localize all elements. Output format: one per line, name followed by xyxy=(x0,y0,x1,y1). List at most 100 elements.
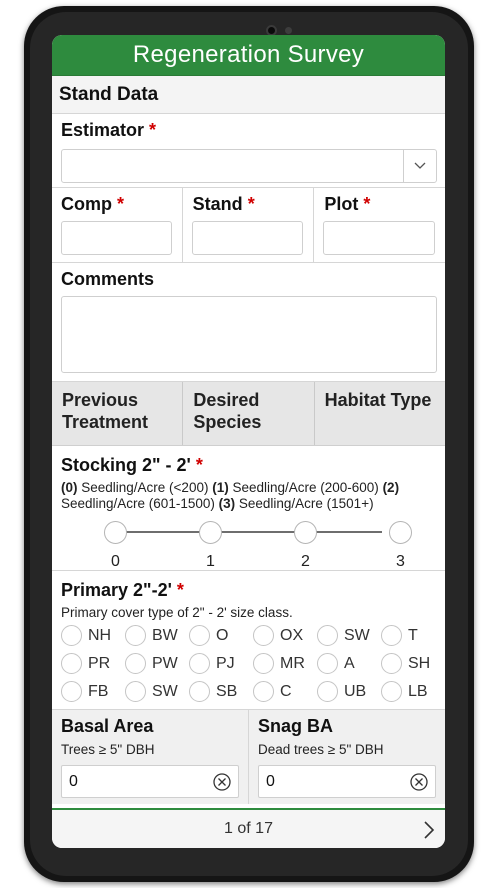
clear-icon[interactable] xyxy=(410,773,428,791)
slider-label-1: 1 xyxy=(206,553,215,570)
estimator-dropdown-button[interactable] xyxy=(403,150,436,182)
radio-option[interactable]: SB xyxy=(189,681,253,702)
radio-button[interactable] xyxy=(381,653,402,674)
primary-hint: Primary cover type of 2" - 2' size class… xyxy=(61,605,293,620)
snag-ba-field: Snag BA Dead trees ≥ 5" DBH 0 xyxy=(249,710,445,804)
slider-stop-2[interactable] xyxy=(294,521,317,544)
hint-code: (3) xyxy=(218,496,236,511)
radio-option[interactable]: SW xyxy=(125,681,189,702)
radio-button[interactable] xyxy=(189,653,210,674)
radio-button[interactable] xyxy=(317,625,338,646)
radio-button[interactable] xyxy=(189,625,210,646)
slider-track xyxy=(115,531,382,533)
page-indicator: 1 of 17 xyxy=(224,820,273,837)
estimator-field: Estimator * xyxy=(52,114,445,188)
radio-option[interactable]: BW xyxy=(125,625,189,646)
radio-label: PJ xyxy=(216,654,235,672)
radio-button[interactable] xyxy=(317,681,338,702)
stocking-slider[interactable]: 0 1 2 3 xyxy=(61,515,436,575)
radio-button[interactable] xyxy=(253,681,274,702)
basal-row: Basal Area Trees ≥ 5" DBH 0 Snag BA Dead… xyxy=(52,709,445,804)
comments-textarea[interactable] xyxy=(61,296,437,373)
slider-label-2: 2 xyxy=(301,553,310,570)
radio-button[interactable] xyxy=(317,653,338,674)
slider-stop-3[interactable] xyxy=(389,521,412,544)
clear-icon[interactable] xyxy=(213,773,231,791)
required-marker: * xyxy=(195,455,203,475)
radio-label: T xyxy=(408,626,418,644)
basal-area-value: 0 xyxy=(69,772,78,790)
radio-option[interactable]: FB xyxy=(61,681,125,702)
radio-label: FB xyxy=(88,682,109,700)
radio-option[interactable]: MR xyxy=(253,653,317,674)
basal-area-input[interactable]: 0 xyxy=(61,765,239,798)
radio-label: PW xyxy=(152,654,178,672)
pager-bar: 1 of 17 xyxy=(52,808,445,848)
hint-code: (0) xyxy=(61,480,78,495)
primary-radio-group: NH BW O OX SW T PR PW PJ MR A SH FB SW S… xyxy=(52,620,445,702)
radio-option[interactable]: PJ xyxy=(189,653,253,674)
comments-label: Comments xyxy=(61,269,155,289)
snag-ba-input[interactable]: 0 xyxy=(258,765,436,798)
radio-option[interactable]: PW xyxy=(125,653,189,674)
radio-label: MR xyxy=(280,654,305,672)
radio-option[interactable]: UB xyxy=(317,681,381,702)
radio-button[interactable] xyxy=(125,681,146,702)
plot-input[interactable] xyxy=(323,221,436,255)
radio-button[interactable] xyxy=(381,625,402,646)
radio-option[interactable]: C xyxy=(253,681,317,702)
radio-option[interactable]: OX xyxy=(253,625,317,646)
radio-option[interactable]: A xyxy=(317,653,381,674)
radio-button[interactable] xyxy=(253,625,274,646)
estimator-label-text: Estimator xyxy=(61,120,145,140)
group-tabs: Previous Treatment Desired Species Habit… xyxy=(52,382,445,446)
radio-option[interactable]: LB xyxy=(381,681,445,702)
snag-ba-value: 0 xyxy=(266,772,275,790)
required-marker: * xyxy=(363,194,371,214)
tab-desired-species[interactable]: Desired Species xyxy=(183,382,315,445)
comp-label: Comp * xyxy=(61,194,172,215)
radio-option[interactable]: SH xyxy=(381,653,445,674)
primary-label: Primary 2"-2' * xyxy=(52,580,445,601)
estimator-value xyxy=(62,150,403,182)
stocking-label: Stocking 2" - 2' * xyxy=(61,455,436,476)
required-marker: * xyxy=(247,194,255,214)
radio-option[interactable]: SW xyxy=(317,625,381,646)
radio-option[interactable]: T xyxy=(381,625,445,646)
slider-stop-1[interactable] xyxy=(199,521,222,544)
basal-area-field: Basal Area Trees ≥ 5" DBH 0 xyxy=(52,710,249,804)
radio-button[interactable] xyxy=(253,653,274,674)
radio-button[interactable] xyxy=(61,681,82,702)
radio-button[interactable] xyxy=(61,625,82,646)
chevron-right-icon[interactable] xyxy=(423,820,435,840)
estimator-label: Estimator * xyxy=(61,120,438,141)
radio-label: SW xyxy=(152,682,178,700)
radio-option[interactable]: O xyxy=(189,625,253,646)
radio-button[interactable] xyxy=(125,653,146,674)
primary-field: Primary 2"-2' * Primary cover type of 2"… xyxy=(52,571,445,709)
slider-label-0: 0 xyxy=(111,553,120,570)
radio-button[interactable] xyxy=(189,681,210,702)
slider-stop-0[interactable] xyxy=(104,521,127,544)
tab-habitat-type[interactable]: Habitat Type xyxy=(315,382,445,445)
radio-option[interactable]: NH xyxy=(61,625,125,646)
radio-button[interactable] xyxy=(381,681,402,702)
radio-label: LB xyxy=(408,682,428,700)
radio-label: PR xyxy=(88,654,111,672)
stand-input[interactable] xyxy=(191,221,304,255)
radio-button[interactable] xyxy=(125,625,146,646)
radio-button[interactable] xyxy=(61,653,82,674)
estimator-select[interactable] xyxy=(61,149,437,183)
stocking-label-text: Stocking 2" - 2' xyxy=(61,455,191,475)
radio-label: SH xyxy=(408,654,431,672)
basal-area-hint: Trees ≥ 5" DBH xyxy=(61,742,155,757)
radio-label: A xyxy=(344,654,355,672)
comp-label-text: Comp xyxy=(61,194,112,214)
tab-previous-treatment[interactable]: Previous Treatment xyxy=(52,382,184,445)
required-marker: * xyxy=(117,194,125,214)
radio-label: SB xyxy=(216,682,238,700)
radio-label: SW xyxy=(344,626,370,644)
radio-option[interactable]: PR xyxy=(61,653,125,674)
stocking-hint: (0) Seedling/Acre (<200) (1) Seedling/Ac… xyxy=(61,480,436,512)
comp-input[interactable] xyxy=(61,221,172,255)
